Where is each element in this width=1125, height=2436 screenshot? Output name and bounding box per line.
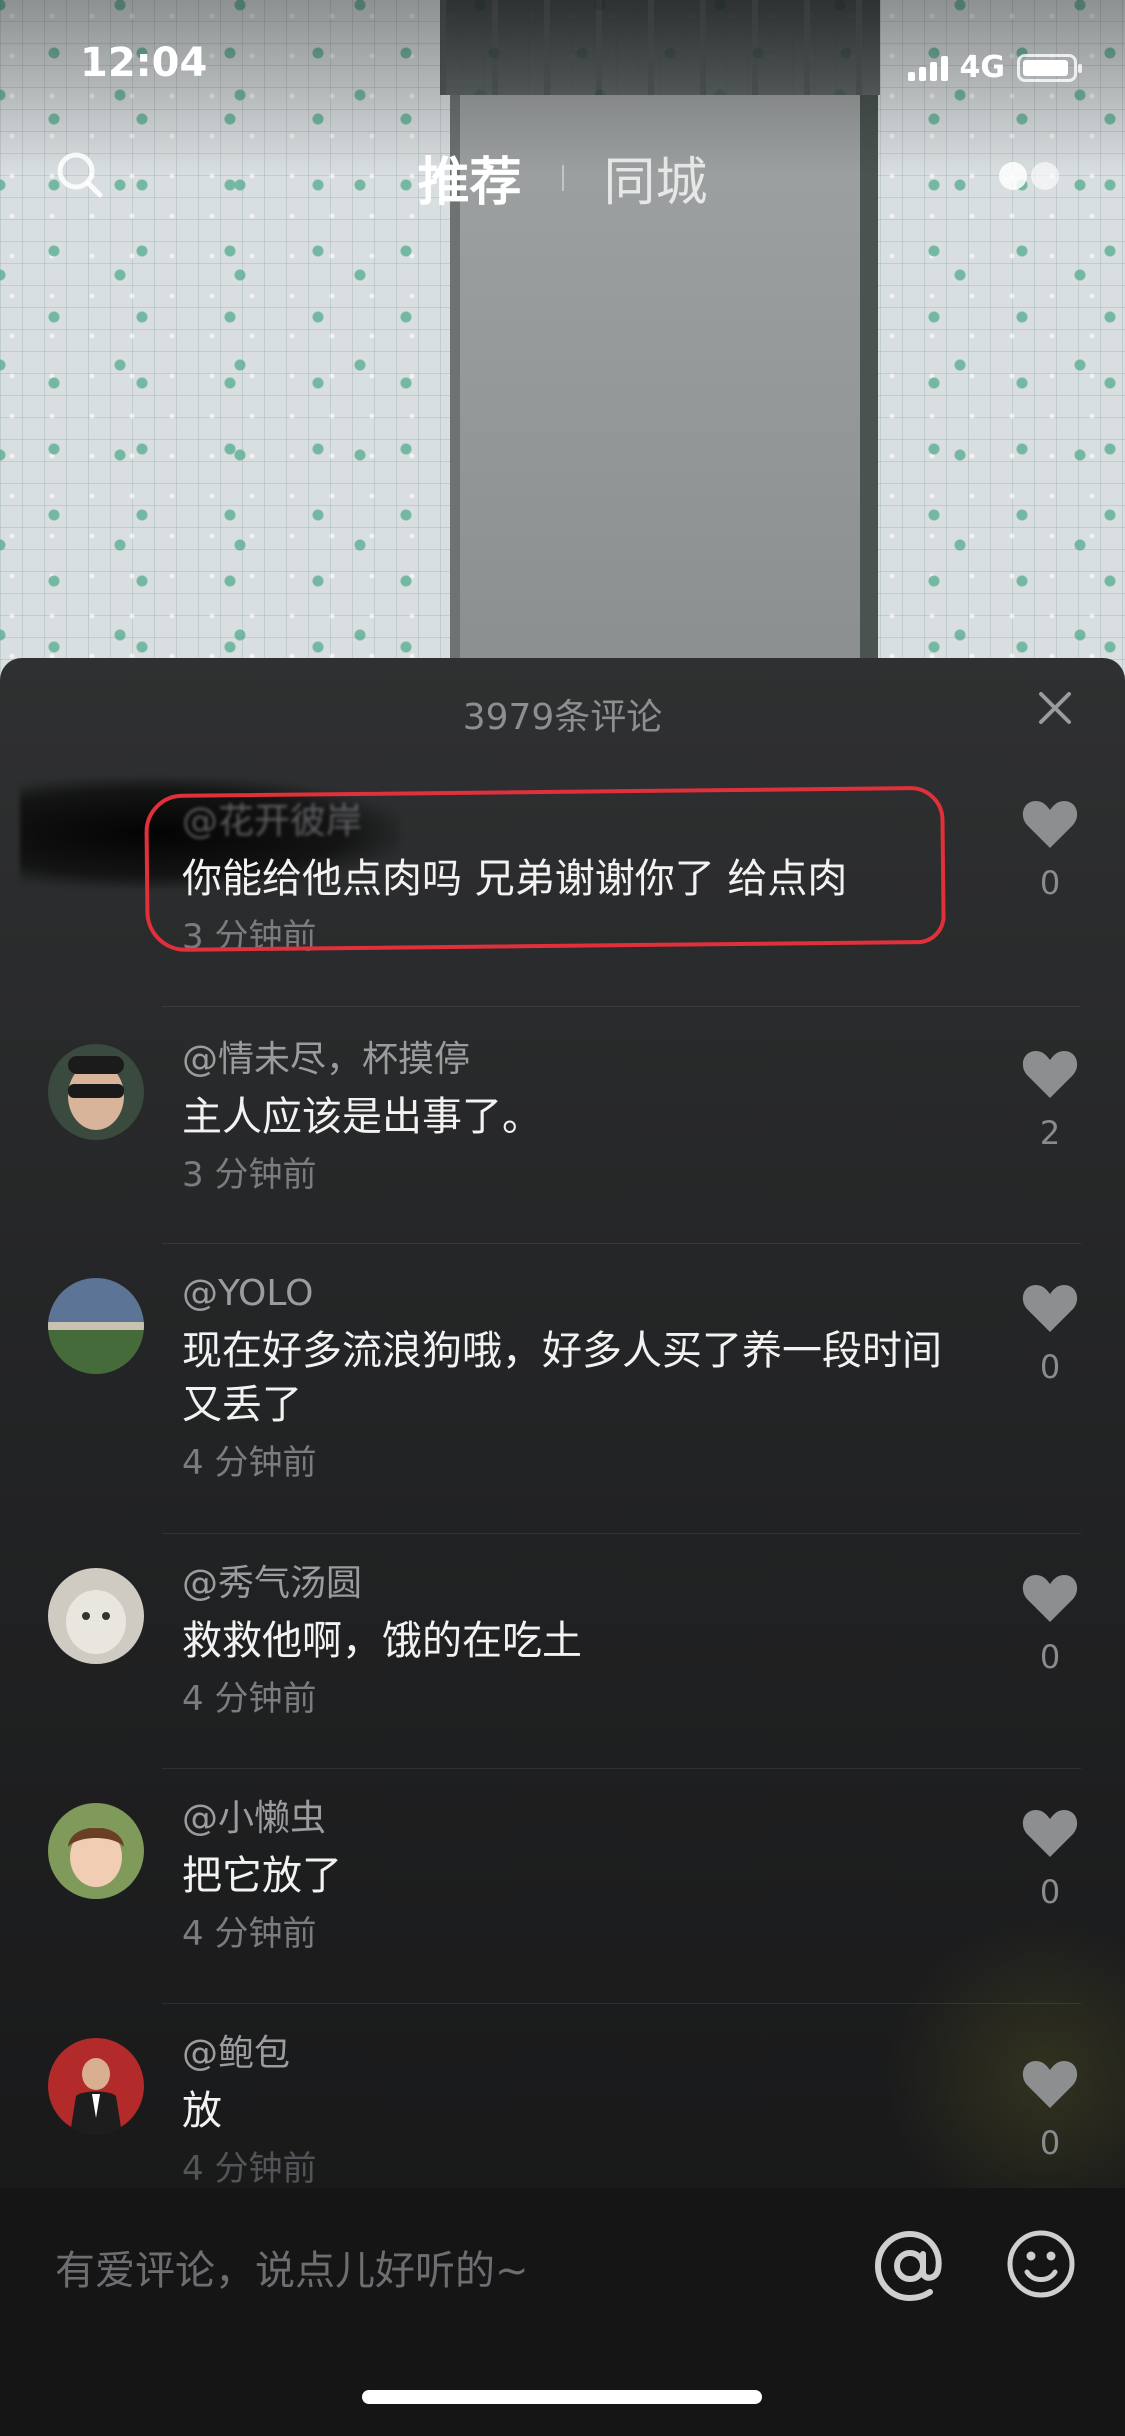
heart-icon[interactable] (1021, 2058, 1079, 2110)
battery-icon (1017, 53, 1082, 82)
comment-item[interactable]: @小懒虫 把它放了 4 分钟前 0 (0, 1795, 1125, 1995)
avatar[interactable] (48, 1044, 144, 1140)
like-control[interactable]: 0 (1015, 798, 1085, 902)
comment-count: 3979条评论 (462, 697, 663, 738)
comment-time: 4 分钟前 (182, 1443, 317, 1483)
like-count: 0 (1039, 2124, 1061, 2162)
comment-item[interactable]: @情未尽，杯摸停 主人应该是出事了。 3 分钟前 2 (0, 1036, 1125, 1236)
comment-text: 把它放了 (182, 1853, 342, 1899)
comment-divider (162, 2003, 1081, 2004)
comment-time: 4 分钟前 (182, 2149, 317, 2189)
like-count: 0 (1039, 1873, 1061, 1911)
like-control[interactable]: 0 (1015, 2058, 1085, 2162)
like-control[interactable]: 0 (1015, 1282, 1085, 1386)
feed-tabs: 推荐 同城 (0, 140, 1125, 215)
live-icon[interactable] (995, 158, 1065, 194)
heart-icon[interactable] (1021, 798, 1079, 850)
comment-item[interactable]: @秀气汤圆 救救他啊，饿的在吃土 4 分钟前 0 (0, 1560, 1125, 1760)
like-count: 0 (1039, 864, 1061, 902)
comment-time: 3 分钟前 (182, 1155, 317, 1195)
comment-username[interactable]: @YOLO (182, 1270, 955, 1318)
home-indicator[interactable] (362, 2390, 762, 2404)
comment-text: 救救他啊，饿的在吃土 (182, 1618, 582, 1664)
comment-username[interactable]: @小懒虫 (182, 1795, 955, 1843)
comment-text: 现在好多流浪狗哦，好多人买了养一段时间又丢了 (182, 1328, 942, 1428)
tab-divider (561, 164, 564, 191)
comment-username[interactable]: @秀气汤圆 (182, 1560, 955, 1608)
comment-item[interactable]: @YOLO 现在好多流浪狗哦，好多人买了养一段时间又丢了 4 分钟前 0 (0, 1270, 1125, 1530)
like-count: 2 (1039, 1114, 1061, 1152)
like-control[interactable]: 2 (1015, 1048, 1085, 1152)
comment-input[interactable]: 有爱评论，说点儿好听的~ (55, 2238, 529, 2296)
comment-item[interactable]: @鲍包 放 4 分钟前 0 (0, 2030, 1125, 2210)
comment-divider (162, 1006, 1081, 1007)
avatar[interactable] (48, 2038, 144, 2134)
heart-icon[interactable] (1021, 1807, 1079, 1859)
comment-time: 4 分钟前 (182, 1914, 317, 1954)
comments-sheet: 3979条评论 @花开彼岸 你能给他点肉吗 兄弟谢谢你了 给点肉 3 分钟前 0 (0, 658, 1125, 2436)
heart-icon[interactable] (1021, 1048, 1079, 1100)
like-count: 0 (1039, 1638, 1061, 1676)
comment-divider (162, 1533, 1081, 1534)
like-count: 0 (1039, 1348, 1061, 1386)
heart-icon[interactable] (1021, 1572, 1079, 1624)
like-control[interactable]: 0 (1015, 1572, 1085, 1676)
status-indicators: 4G (907, 50, 1082, 85)
heart-icon[interactable] (1021, 1282, 1079, 1334)
comment-username[interactable]: @鲍包 (182, 2030, 955, 2078)
like-control[interactable]: 0 (1015, 1807, 1085, 1911)
tab-recommend[interactable]: 推荐 (417, 140, 521, 215)
comment-text: 主人应该是出事了。 (182, 1094, 542, 1140)
comment-username[interactable]: @情未尽，杯摸停 (182, 1036, 955, 1084)
top-nav: 推荐 同城 (0, 130, 1125, 220)
network-label: 4G (959, 50, 1006, 85)
comment-text: 放 (182, 2088, 222, 2134)
highlight-annotation (144, 785, 946, 953)
comment-divider (162, 1243, 1081, 1244)
avatar[interactable] (48, 1803, 144, 1899)
emoji-icon[interactable] (1005, 2228, 1077, 2300)
at-icon[interactable] (872, 2228, 948, 2304)
avatar[interactable] (48, 1278, 144, 1374)
comment-divider (162, 1768, 1081, 1769)
close-icon[interactable] (1035, 688, 1075, 728)
tab-local[interactable]: 同城 (604, 140, 708, 215)
comment-time: 4 分钟前 (182, 1679, 317, 1719)
avatar[interactable] (48, 1568, 144, 1664)
signal-icon (907, 55, 948, 81)
status-time: 12:04 (80, 40, 208, 86)
status-bar: 12:04 4G (0, 0, 1125, 130)
